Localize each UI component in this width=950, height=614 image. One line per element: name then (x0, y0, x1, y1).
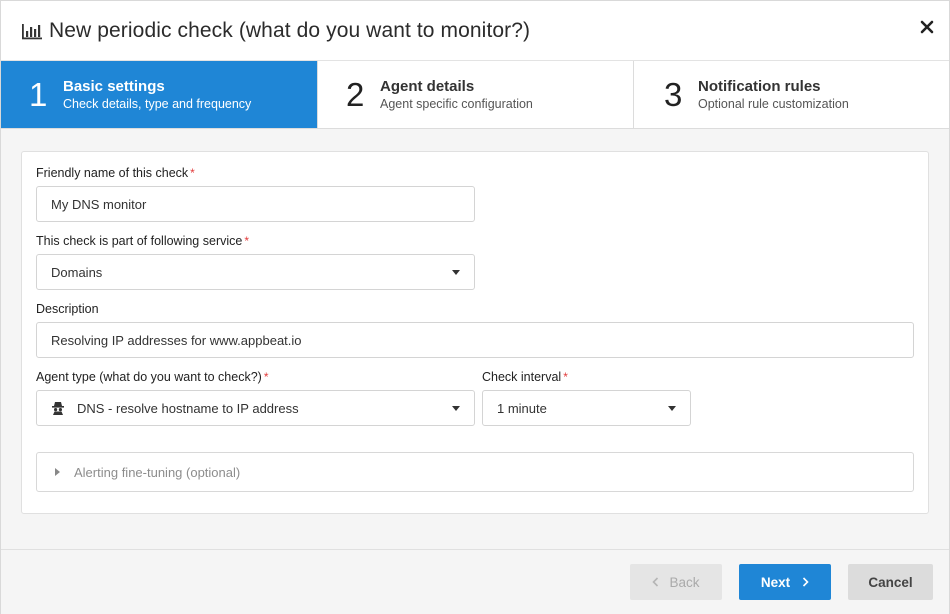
required-mark: * (190, 166, 195, 180)
check-interval-field-group: Check interval * 1 minute (482, 370, 691, 426)
agent-type-label: Agent type (what do you want to check?) * (36, 370, 269, 384)
required-mark: * (263, 370, 269, 384)
agent-type-select-value: DNS - resolve hostname to IP address (77, 400, 299, 416)
caret-down-icon (452, 405, 460, 411)
description-input[interactable]: Resolving IP addresses for www.appbeat.i… (36, 322, 914, 358)
description-label: Description (36, 302, 99, 316)
alerting-fine-tuning-label: Alerting fine-tuning (optional) (74, 464, 241, 480)
check-interval-select[interactable]: 1 minute (482, 390, 691, 426)
dialog: New periodic check (what do you want to … (0, 0, 950, 614)
step-number: 2 (346, 75, 365, 113)
next-button[interactable]: Next (739, 564, 831, 600)
service-select-value: Domains (51, 264, 103, 280)
caret-down-icon (668, 405, 676, 411)
dialog-title: New periodic check (what do you want to … (49, 18, 531, 42)
caret-right-icon (55, 468, 60, 476)
service-label: This check is part of following service * (36, 234, 250, 248)
back-button[interactable]: Back (630, 564, 722, 600)
step-title: Notification rules (698, 78, 821, 95)
form-card: Friendly name of this check * My DNS moni… (21, 151, 929, 514)
caret-down-icon (452, 269, 460, 275)
back-button-label: Back (669, 574, 700, 590)
agent-type-field-group: Agent type (what do you want to check?) * (36, 370, 475, 426)
service-field-group: This check is part of following service *… (36, 234, 914, 290)
step-subtitle: Check details, type and frequency (63, 97, 252, 111)
friendly-name-input[interactable]: My DNS monitor (36, 186, 475, 222)
step-basic-settings[interactable]: 1 Basic settings Check details, type and… (1, 61, 318, 128)
required-mark: * (244, 234, 250, 248)
wizard-steps: 1 Basic settings Check details, type and… (1, 61, 949, 129)
alerting-fine-tuning-toggle[interactable]: Alerting fine-tuning (optional) (36, 452, 914, 492)
dialog-body: Friendly name of this check * My DNS moni… (1, 129, 949, 550)
spy-icon (51, 401, 65, 415)
step-subtitle: Agent specific configuration (380, 97, 533, 111)
agent-interval-row: Agent type (what do you want to check?) * (36, 370, 914, 438)
agent-type-select[interactable]: DNS - resolve hostname to IP address (36, 390, 475, 426)
dialog-footer: Back Next Cancel (1, 550, 949, 614)
check-interval-label: Check interval * (482, 370, 568, 384)
step-agent-details[interactable]: 2 Agent details Agent specific configura… (318, 61, 634, 128)
step-subtitle: Optional rule customization (698, 97, 849, 111)
step-number: 1 (29, 75, 48, 113)
close-icon[interactable] (917, 17, 937, 37)
friendly-name-label: Friendly name of this check * (36, 166, 195, 180)
dialog-header: New periodic check (what do you want to … (1, 1, 949, 61)
step-number: 3 (664, 75, 683, 113)
service-select[interactable]: Domains (36, 254, 475, 290)
cancel-button[interactable]: Cancel (848, 564, 933, 600)
friendly-name-field-group: Friendly name of this check * My DNS moni… (36, 166, 914, 222)
bar-chart-icon (21, 22, 43, 40)
chevron-left-icon (652, 577, 659, 587)
chevron-right-icon (802, 577, 809, 587)
next-button-label: Next (760, 574, 791, 590)
step-title: Agent details (380, 78, 475, 95)
check-interval-select-value: 1 minute (497, 400, 547, 416)
description-field-group: Description Resolving IP addresses for w… (36, 302, 914, 358)
step-notification-rules[interactable]: 3 Notification rules Optional rule custo… (634, 61, 949, 128)
required-mark: * (563, 370, 568, 384)
step-title: Basic settings (63, 78, 165, 95)
